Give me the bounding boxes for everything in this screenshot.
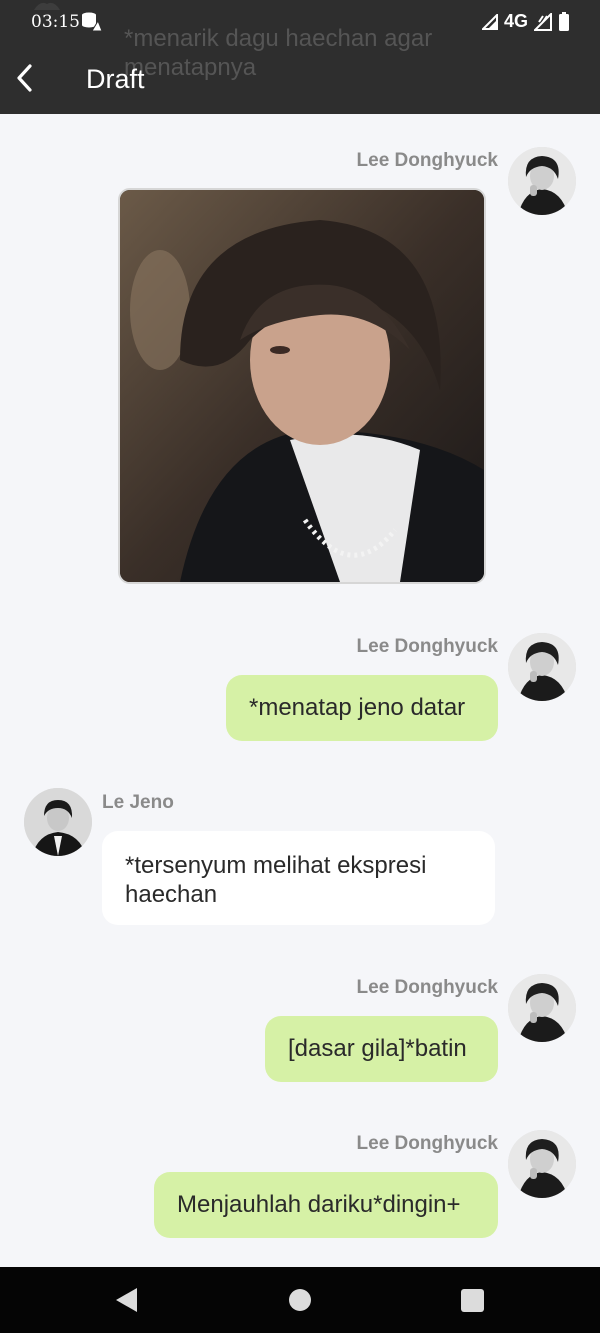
battery-icon [559,11,569,31]
chat-thread[interactable]: Lee Donghyuck Lee Donghyuck *menatap jen… [0,114,600,1267]
ghost-sticker-icon [34,2,60,10]
status-icons: 4G [481,11,570,32]
back-arrow-icon[interactable] [12,60,44,96]
system-nav-bar [0,1267,600,1333]
network-type: 4G [503,11,528,31]
mobile-data-icon [534,12,552,31]
message-sender: Lee Donghyuck [356,636,498,657]
image-message[interactable] [118,188,486,584]
home-circle-icon[interactable] [288,1288,312,1312]
message-bubble-outgoing[interactable]: [dasar gila]*batin [265,1016,498,1082]
status-time: 03:15 [31,12,80,32]
signal-icon [481,13,498,30]
message-sender: Le Jeno [102,792,174,813]
back-triangle-icon[interactable] [113,1286,139,1314]
message-sender: Lee Donghyuck [356,1133,498,1154]
data-saver-icon [82,12,102,32]
ghost-preview-text: *menarik dagu haechan agar menatapnya [124,25,433,81]
page-title: Draft [86,64,145,94]
message-sender: Lee Donghyuck [356,150,498,171]
avatar[interactable] [508,1130,576,1198]
message-sender: Lee Donghyuck [356,977,498,998]
message-bubble-incoming[interactable]: *tersenyum melihat ekspresi haechan [102,831,495,925]
message-bubble-outgoing[interactable]: Menjauhlah dariku*dingin+ [154,1172,498,1238]
message-bubble-outgoing[interactable]: *menatap jeno datar [226,675,498,741]
recents-square-icon[interactable] [460,1288,485,1313]
avatar[interactable] [24,788,92,856]
app-bar: *menarik dagu haechan agar menatapnya 03… [0,0,600,114]
avatar[interactable] [508,147,576,215]
avatar[interactable] [508,974,576,1042]
avatar[interactable] [508,633,576,701]
